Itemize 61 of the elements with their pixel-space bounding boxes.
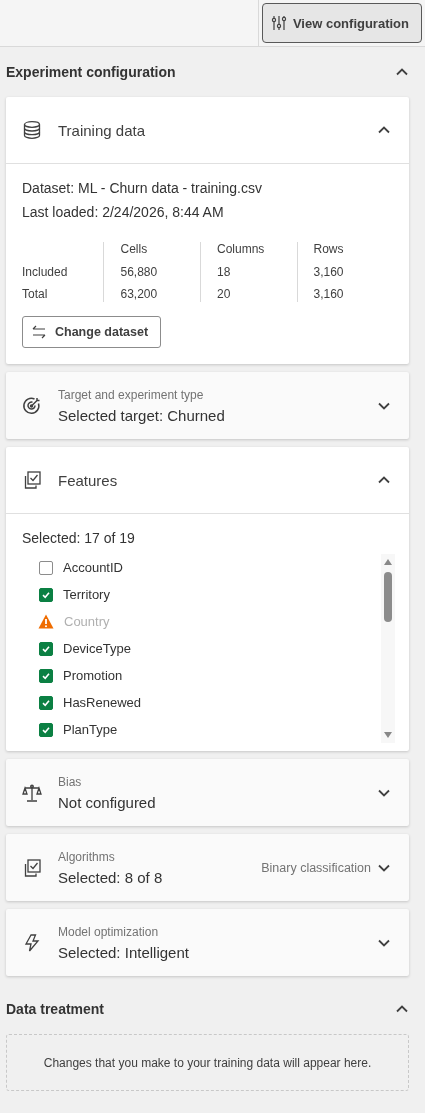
warning-icon — [38, 614, 54, 629]
scrollbar-thumb[interactable] — [384, 572, 392, 622]
database-icon — [22, 120, 42, 140]
section-title: Experiment configuration — [6, 64, 176, 80]
feature-label: AccountID — [63, 560, 123, 575]
table-cell-text: 20 — [217, 287, 232, 302]
scroll-up-icon[interactable] — [383, 558, 393, 566]
card-title: Training data — [58, 121, 146, 139]
checkbox[interactable] — [39, 560, 53, 575]
checkmark-icon — [41, 724, 51, 735]
feature-label: PlanType — [63, 722, 118, 737]
row-label: Included — [22, 265, 69, 280]
checkmark-icon — [41, 697, 51, 708]
checklist-icon — [22, 857, 42, 878]
scale-icon — [22, 782, 42, 803]
swap-arrows-icon — [31, 325, 47, 339]
checkbox[interactable] — [39, 722, 53, 737]
checklist-icon — [22, 470, 42, 490]
card-label: Bias — [58, 774, 83, 789]
column-header: Columns — [217, 242, 266, 257]
section-title: Data treatment — [6, 1001, 105, 1017]
checkmark-icon — [41, 670, 51, 681]
feature-label: Promotion — [63, 668, 123, 683]
card-note: Binary classification — [261, 860, 371, 875]
feature-label: DeviceType — [63, 641, 131, 656]
table-cell-text: 18 — [217, 265, 232, 280]
feature-label: HasRenewed — [63, 695, 142, 710]
feature-label: Territory — [63, 587, 110, 602]
card-value: Selected target: Churned — [58, 406, 226, 424]
card-value: Selected: 8 of 8 — [58, 868, 164, 886]
dataset-name: Dataset: ML - Churn data - training.csv — [22, 179, 263, 198]
target-icon — [22, 395, 42, 416]
row-label: Total — [22, 287, 49, 302]
last-loaded-text: Last loaded: 2/24/2026, 8:44 AM — [22, 203, 225, 222]
card-label: Model optimization — [58, 924, 160, 939]
table-cell-text: 3,160 — [313, 287, 345, 302]
card-value: Selected: Intelligent — [58, 943, 190, 961]
column-header: Cells — [120, 242, 149, 257]
sliders-icon — [270, 15, 287, 31]
checkmark-icon — [41, 589, 51, 600]
card-title: Features — [58, 471, 119, 489]
lightning-icon — [22, 932, 42, 953]
scrollbar[interactable] — [381, 554, 395, 743]
table-cell-text: 3,160 — [313, 265, 345, 280]
change-dataset-button[interactable]: Change dataset — [22, 316, 162, 348]
scroll-down-icon[interactable] — [383, 731, 393, 739]
empty-state-message: Changes that you make to your training data will appear here. — [43, 1055, 372, 1070]
feature-label: Country — [64, 614, 110, 629]
checkbox[interactable] — [39, 668, 53, 683]
checkmark-icon — [41, 643, 51, 654]
table-cell-text: 63,200 — [120, 287, 159, 302]
checkbox[interactable] — [39, 587, 53, 602]
card-label: Algorithms — [58, 849, 116, 864]
card-value: Not configured — [58, 793, 157, 811]
selected-count: Selected: 17 of 19 — [22, 529, 136, 548]
view-configuration-button[interactable]: View configuration — [261, 3, 422, 43]
checkbox[interactable] — [39, 641, 53, 656]
checkbox[interactable] — [39, 695, 53, 710]
column-header: Rows — [313, 242, 345, 257]
table-cell-text: 56,880 — [120, 265, 159, 280]
card-label: Target and experiment type — [58, 387, 205, 402]
